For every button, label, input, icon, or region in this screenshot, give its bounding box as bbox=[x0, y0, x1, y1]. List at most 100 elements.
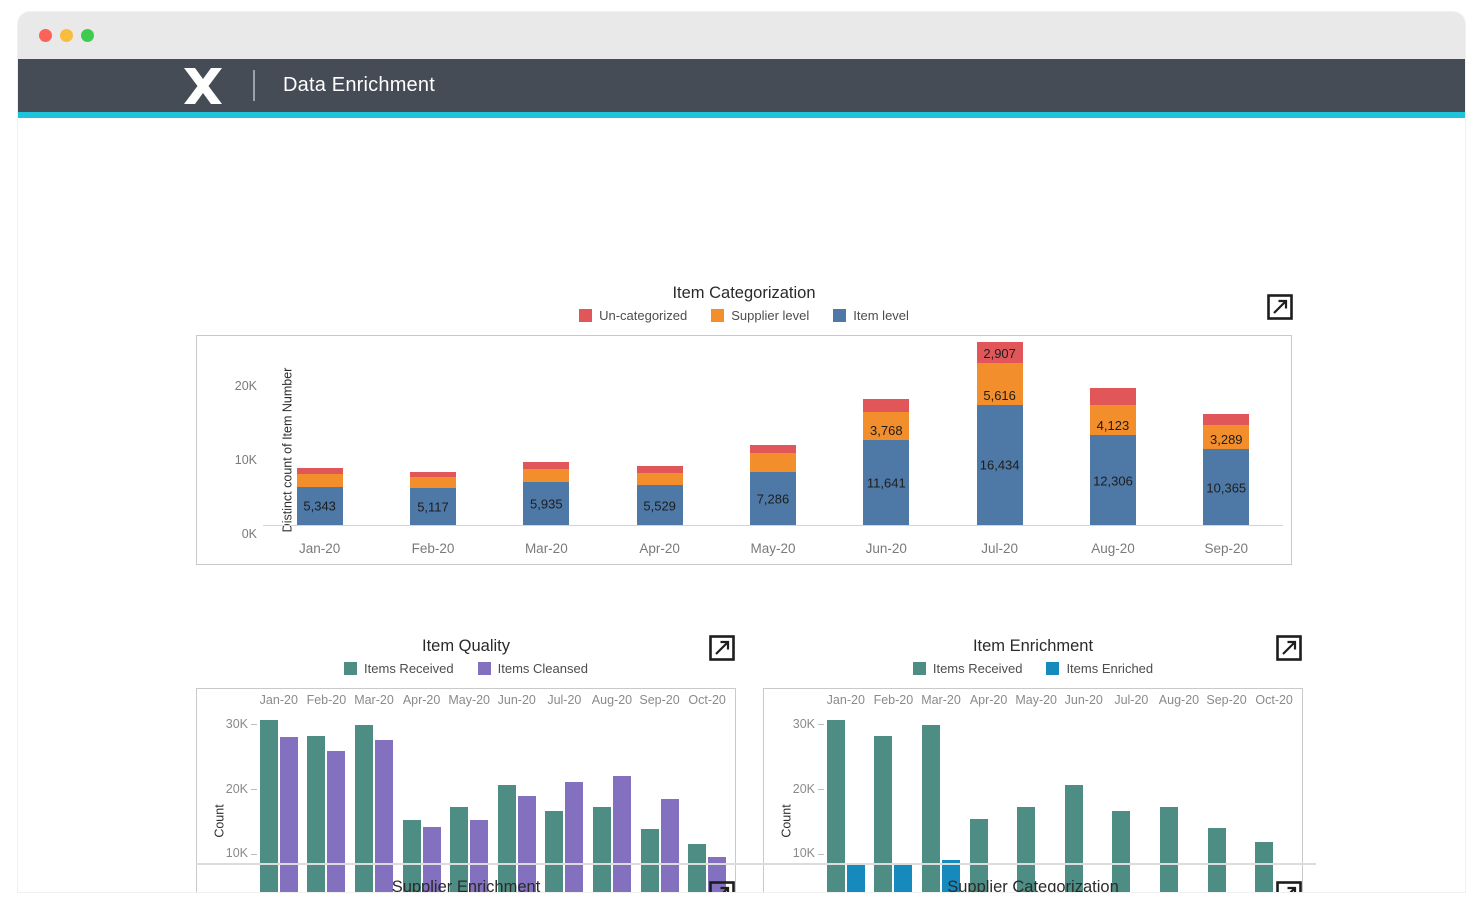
expand-icon-item-categorization[interactable] bbox=[1266, 293, 1294, 321]
bar-segment[interactable] bbox=[749, 453, 796, 473]
section-divider bbox=[196, 863, 1316, 865]
bar[interactable] bbox=[374, 740, 393, 892]
bar-segment[interactable]: 5,343 bbox=[296, 486, 343, 526]
bar-segment[interactable]: 3,289 bbox=[1203, 425, 1250, 450]
bar-column[interactable]: 2,907 5,616 16,434 bbox=[943, 341, 1056, 526]
bar-segment[interactable]: 16,434 bbox=[976, 404, 1023, 526]
bar-segment[interactable]: 2,907 bbox=[976, 341, 1023, 364]
x-tick-label: Jan-20 bbox=[826, 693, 865, 707]
legend-item-items-enriched[interactable]: Items Enriched bbox=[1046, 661, 1153, 676]
bar-column[interactable]: 3,289 10,365 bbox=[1170, 342, 1283, 526]
x-tick-label: Jul-20 bbox=[547, 693, 582, 707]
x-tick-label: Sep-20 bbox=[1204, 541, 1249, 556]
x-tick-label: Aug-20 bbox=[1091, 541, 1135, 556]
expand-icon-item-quality[interactable] bbox=[708, 634, 736, 662]
bar-segment[interactable]: 5,117 bbox=[409, 488, 456, 526]
item-quality-title: Item Quality bbox=[421, 637, 511, 655]
bar-segment[interactable]: 4,123 bbox=[1089, 404, 1136, 436]
bar[interactable] bbox=[259, 720, 278, 892]
stacked-bar: 3,289 10,365 bbox=[1203, 413, 1250, 526]
stacked-bar: 5,343 bbox=[296, 468, 343, 526]
bar-value-label: 2,907 bbox=[983, 346, 1016, 362]
bar-segment[interactable]: 10,365 bbox=[1203, 449, 1250, 526]
x-tick-label: Jan-20 bbox=[299, 541, 341, 556]
bar-segment[interactable] bbox=[636, 472, 683, 486]
x-tick-label: Oct-20 bbox=[688, 693, 726, 707]
legend-item-items-cleansed[interactable]: Items Cleansed bbox=[477, 661, 588, 676]
bar-segment[interactable] bbox=[1089, 388, 1136, 405]
bar-column[interactable]: 5,117 bbox=[376, 342, 489, 526]
bar-value-label: 3,768 bbox=[870, 423, 903, 439]
bar[interactable] bbox=[307, 735, 326, 892]
legend-label-uncategorized: Un-categorized bbox=[599, 308, 688, 323]
bar-segment[interactable] bbox=[863, 399, 910, 413]
panel-supplier-categorization: Supplier Categorization bbox=[763, 878, 1303, 892]
bar-segment[interactable] bbox=[409, 477, 456, 489]
bar-segment[interactable] bbox=[523, 468, 570, 483]
supplier-categorization-title: Supplier Categorization bbox=[947, 878, 1119, 892]
x-tick-label: Jun-20 bbox=[497, 693, 536, 707]
bar[interactable] bbox=[921, 725, 940, 892]
legend-swatch-items-cleansed bbox=[477, 662, 491, 675]
bar[interactable] bbox=[612, 776, 631, 892]
bar-segment[interactable]: 5,616 bbox=[976, 363, 1023, 405]
legend-label-items-received-enrichment: Items Received bbox=[932, 661, 1023, 676]
legend-label-items-enriched: Items Enriched bbox=[1066, 661, 1154, 676]
stacked-bar: 5,117 bbox=[409, 471, 456, 526]
bar-column[interactable]: 7,286 bbox=[716, 342, 829, 526]
bar-segment[interactable]: 12,306 bbox=[1089, 435, 1136, 526]
item-quality-legend: Items Received Items Cleansed bbox=[196, 661, 736, 676]
maximize-window-button[interactable] bbox=[81, 29, 94, 42]
bar-column[interactable]: 5,935 bbox=[490, 342, 603, 526]
y-tick-label: 30K bbox=[793, 717, 824, 731]
bar-segment[interactable]: 5,935 bbox=[523, 482, 570, 526]
app-header: Data Enrichment bbox=[18, 59, 1465, 112]
bar-value-label: 5,935 bbox=[530, 496, 563, 512]
close-window-button[interactable] bbox=[39, 29, 52, 42]
bar[interactable] bbox=[565, 782, 584, 892]
x-tick-label: Jan-20 bbox=[259, 693, 298, 707]
bar[interactable] bbox=[874, 735, 893, 892]
bar-segment[interactable] bbox=[1203, 413, 1250, 426]
x-tick-label: May-20 bbox=[1015, 693, 1058, 707]
legend-item-item-level[interactable]: Item level bbox=[833, 308, 909, 323]
legend-label-item-level: Item level bbox=[853, 308, 909, 323]
legend-item-items-received-enrichment[interactable]: Items Received bbox=[912, 661, 1023, 676]
expand-icon-supplier-categorization[interactable] bbox=[1275, 880, 1303, 892]
item-enrichment-header: Item Enrichment Items Received Items Enr… bbox=[763, 630, 1303, 676]
bar-segment[interactable]: 3,768 bbox=[863, 412, 910, 441]
bar-value-label: 10,365 bbox=[1206, 480, 1247, 496]
stacked-bar: 7,286 bbox=[749, 445, 796, 526]
legend-swatch-items-enriched bbox=[1046, 662, 1060, 675]
bar-segment[interactable]: 7,286 bbox=[749, 472, 796, 526]
bar[interactable] bbox=[279, 737, 298, 892]
bar-segment[interactable]: 11,641 bbox=[863, 440, 910, 526]
bar-segment[interactable] bbox=[523, 461, 570, 469]
bar-column[interactable]: 5,529 bbox=[603, 342, 716, 526]
bar-segment[interactable] bbox=[296, 474, 343, 487]
bar[interactable] bbox=[1064, 785, 1083, 892]
bar-segment[interactable] bbox=[749, 445, 796, 454]
bar-segment[interactable]: 5,529 bbox=[636, 485, 683, 526]
legend-swatch-items-received-quality bbox=[344, 662, 358, 675]
legend-item-items-received-quality[interactable]: Items Received bbox=[344, 661, 454, 676]
bar[interactable] bbox=[826, 720, 845, 892]
bar-column[interactable]: 5,343 bbox=[263, 342, 376, 526]
bar-value-label: 12,306 bbox=[1093, 473, 1133, 489]
x-tick-label: Jun-20 bbox=[1064, 693, 1103, 707]
bar[interactable] bbox=[497, 785, 516, 892]
window-titlebar bbox=[18, 12, 1465, 59]
bar-column[interactable]: 3,768 11,641 bbox=[830, 342, 943, 526]
legend-item-supplier-level[interactable]: Supplier level bbox=[711, 308, 809, 323]
expand-icon-supplier-enrichment[interactable] bbox=[708, 880, 736, 892]
browser-window: Data Enrichment Item Categorization Un-c… bbox=[18, 12, 1465, 892]
expand-icon-item-enrichment[interactable] bbox=[1275, 634, 1303, 662]
bar-value-label: 5,616 bbox=[983, 387, 1016, 403]
x-logo-icon bbox=[182, 66, 224, 106]
item-enrichment-legend: Items Received Items Enriched bbox=[763, 661, 1303, 676]
bar[interactable] bbox=[354, 725, 373, 892]
legend-item-uncategorized[interactable]: Un-categorized bbox=[579, 308, 687, 323]
bar-column[interactable]: 4,123 12,306 bbox=[1056, 342, 1169, 526]
bar[interactable] bbox=[327, 751, 346, 892]
minimize-window-button[interactable] bbox=[60, 29, 73, 42]
